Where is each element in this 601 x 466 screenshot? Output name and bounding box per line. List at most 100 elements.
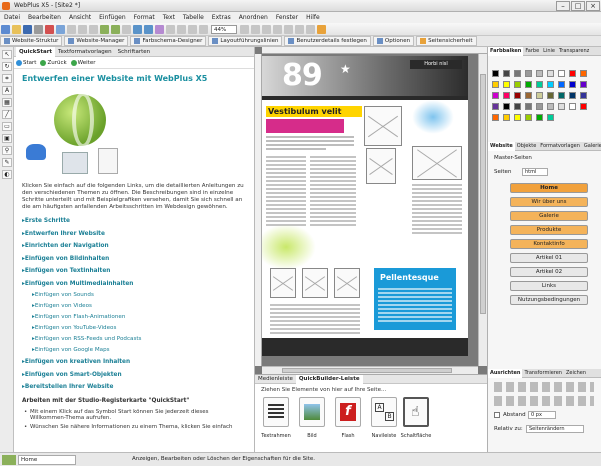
color-swatch[interactable] xyxy=(569,92,576,99)
tab-website[interactable]: Website xyxy=(488,141,515,151)
tab-objekte[interactable]: Objekte xyxy=(515,142,539,151)
forward-button[interactable]: Weiter xyxy=(70,59,96,66)
page-item-home[interactable]: Home xyxy=(510,183,588,193)
menu-text[interactable]: Text xyxy=(159,12,179,23)
color-swatch[interactable] xyxy=(558,70,565,77)
color-swatch[interactable] xyxy=(580,81,587,88)
picture-icon[interactable] xyxy=(155,24,164,34)
new-icon[interactable] xyxy=(1,24,10,34)
color-swatch[interactable] xyxy=(525,103,532,110)
image-placeholder[interactable] xyxy=(302,268,328,298)
color-swatch[interactable] xyxy=(547,81,554,88)
crop-tool-icon[interactable]: ⌗ xyxy=(2,74,12,83)
color-swatch[interactable] xyxy=(503,92,510,99)
layoutfuehrungslinien-button[interactable]: Layoutführungslinien xyxy=(208,36,283,46)
color-swatch[interactable] xyxy=(569,70,576,77)
color-swatch[interactable] xyxy=(514,103,521,110)
color-swatch[interactable] xyxy=(492,81,499,88)
tab-quickbuilder[interactable]: QuickBuilder-Leiste xyxy=(295,374,363,384)
link-youtube[interactable]: Einfügen von YouTube-Videos xyxy=(14,323,254,334)
page-item-produkte[interactable]: Produkte xyxy=(510,225,588,235)
lock-icon[interactable] xyxy=(306,24,315,34)
link-entwerfen[interactable]: Entwerfen Ihrer Website xyxy=(14,228,254,241)
color-swatch[interactable] xyxy=(558,92,565,99)
page-item-artikel-02[interactable]: Artikel 02 xyxy=(510,267,588,277)
save-icon[interactable] xyxy=(23,24,32,34)
color-swatch[interactable] xyxy=(492,92,499,99)
tab-galerie[interactable]: Galerie xyxy=(582,142,601,151)
align-buttons[interactable] xyxy=(494,382,594,392)
color-swatch[interactable] xyxy=(569,81,576,88)
help-icon[interactable] xyxy=(317,24,326,34)
tab-schriftarten[interactable]: Schriftarten xyxy=(115,47,153,57)
tab-transparenz[interactable]: Transparenz xyxy=(557,47,591,56)
color-swatch[interactable] xyxy=(536,103,543,110)
color-swatch[interactable] xyxy=(547,103,554,110)
link-textinhalte[interactable]: Einfügen von Textinhalten xyxy=(14,265,254,278)
color-swatch[interactable] xyxy=(514,70,521,77)
color-swatch[interactable] xyxy=(580,70,587,77)
text-tool-icon[interactable]: A xyxy=(2,86,12,95)
color-swatch[interactable] xyxy=(569,103,576,110)
pen-tool-icon[interactable]: ✎ xyxy=(2,158,12,167)
vertical-scrollbar[interactable] xyxy=(478,54,487,366)
menu-fenster[interactable]: Fenster xyxy=(272,12,302,23)
color-swatch[interactable] xyxy=(536,70,543,77)
link-tool-icon[interactable]: ⚲ xyxy=(2,146,12,155)
abstand-checkbox[interactable] xyxy=(494,412,500,418)
page-item-nutzungsbedingungen[interactable]: Nutzungsbedingungen xyxy=(510,295,588,305)
color-swatch[interactable] xyxy=(547,92,554,99)
menu-datei[interactable]: Datei xyxy=(0,12,24,23)
tab-linie[interactable]: Linie xyxy=(541,47,557,56)
image-placeholder[interactable] xyxy=(366,148,396,184)
color-swatch[interactable] xyxy=(525,81,532,88)
tab-farbbalken[interactable]: Farbbalken xyxy=(488,46,524,56)
link-smart-objekte[interactable]: Einfügen von Smart-Objekten xyxy=(14,369,254,382)
optionen-button[interactable]: Optionen xyxy=(372,36,415,46)
color-swatch[interactable] xyxy=(536,81,543,88)
color-swatch[interactable] xyxy=(580,103,587,110)
maximize-button[interactable]: □ xyxy=(571,1,585,11)
menu-ansicht[interactable]: Ansicht xyxy=(65,12,95,23)
align-icon[interactable] xyxy=(273,24,282,34)
open-icon[interactable] xyxy=(12,24,21,34)
color-swatch[interactable] xyxy=(503,70,510,77)
page-nav-icon[interactable] xyxy=(2,454,16,465)
page-item-wir-ueber-uns[interactable]: Wir über uns xyxy=(510,197,588,207)
master-pages-label[interactable]: Master-Seiten xyxy=(494,155,532,161)
table-icon[interactable] xyxy=(144,24,153,34)
zoom-in-icon[interactable] xyxy=(240,24,249,34)
vertical-ruler[interactable] xyxy=(255,54,262,366)
rotate-tool-icon[interactable]: ↻ xyxy=(2,62,12,71)
textrahmen-icon[interactable] xyxy=(263,397,289,427)
website-manager-button[interactable]: Website-Manager xyxy=(64,36,129,46)
tab-medienleiste[interactable]: Medienleiste xyxy=(255,375,296,384)
picture-tool-icon[interactable]: ▣ xyxy=(2,134,12,143)
color-swatch[interactable] xyxy=(503,114,510,121)
menu-tabelle[interactable]: Tabelle xyxy=(179,12,208,23)
zoom-page-icon[interactable] xyxy=(251,24,260,34)
tab-farbe[interactable]: Farbe xyxy=(523,47,541,56)
page-canvas[interactable]: 89 ★ Horbi nisl Vestibulum velit Pellent… xyxy=(262,56,468,356)
color-swatch[interactable] xyxy=(503,81,510,88)
color-swatch[interactable] xyxy=(514,114,521,121)
link-videos[interactable]: Einfügen von Videos xyxy=(14,301,254,312)
zoom-select[interactable]: 44% xyxy=(211,24,237,34)
tab-ausrichten[interactable]: Ausrichten xyxy=(488,368,523,378)
color-swatch[interactable] xyxy=(558,103,565,110)
publish-icon[interactable] xyxy=(56,24,65,34)
benutzerdetails-button[interactable]: Benutzerdetails festlegen xyxy=(284,36,371,46)
paste-icon[interactable] xyxy=(89,24,98,34)
distribute-buttons[interactable] xyxy=(494,396,594,406)
menu-anordnen[interactable]: Anordnen xyxy=(235,12,272,23)
flash-icon[interactable]: f xyxy=(335,397,361,427)
link-bildinhalte[interactable]: Einfügen von Bildinhalten xyxy=(14,253,254,266)
link-icon[interactable] xyxy=(166,24,175,34)
color-swatch[interactable] xyxy=(492,103,499,110)
navileiste-icon[interactable]: A B xyxy=(371,397,397,427)
shape-tool-icon[interactable]: ▭ xyxy=(2,122,12,131)
relativ-select[interactable]: Seitenrändern xyxy=(526,425,584,433)
link-erste-schritte[interactable]: Erste Schritte xyxy=(14,215,254,228)
tab-formatvorlagen[interactable]: Formatvorlagen xyxy=(538,142,582,151)
link-navigation[interactable]: Einrichten der Navigation xyxy=(14,240,254,253)
